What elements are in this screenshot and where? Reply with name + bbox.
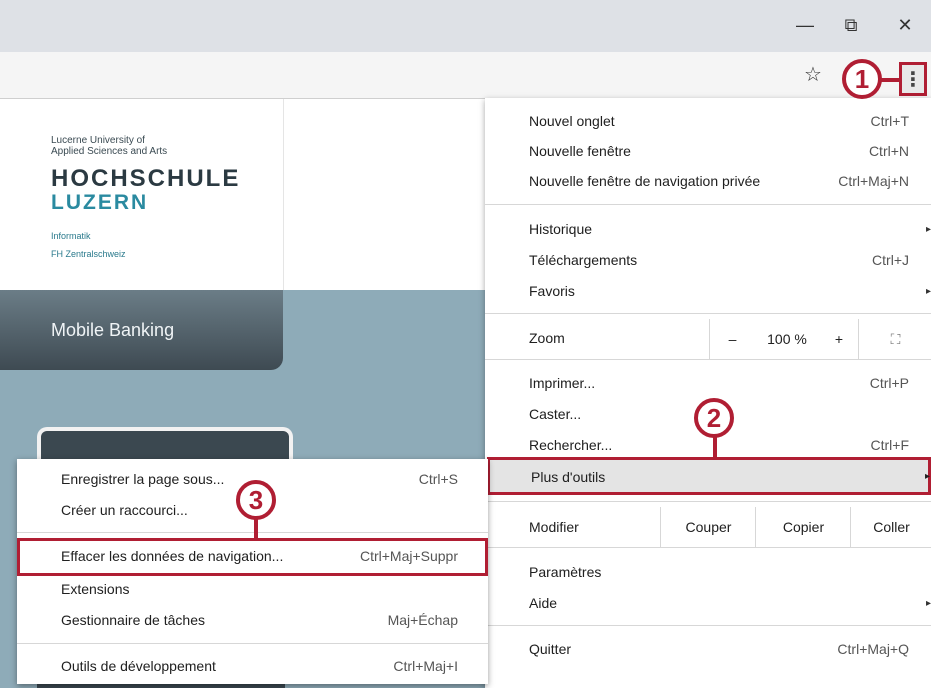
menu-item-label: Aide	[529, 595, 558, 611]
menu-item-shortcut: Ctrl+P	[869, 375, 909, 391]
zoom-level: 100 %	[754, 319, 820, 359]
menu-divider	[485, 204, 931, 205]
callout-2: 2	[694, 398, 734, 438]
fullscreen-icon: ⛶	[890, 330, 901, 347]
menu-item-shortcut: Ctrl+J	[872, 252, 909, 268]
logo-title-1: HOCHSCHULE	[51, 165, 241, 192]
menu-item-new-window[interactable]: Nouvelle fenêtre Ctrl+N	[485, 136, 931, 166]
paste-button[interactable]: Coller	[850, 507, 931, 547]
menu-item-label: Nouvelle fenêtre	[529, 143, 631, 159]
submenu-divider	[17, 532, 488, 533]
minimize-icon: —	[796, 14, 814, 35]
zoom-value: 100 %	[767, 331, 807, 347]
logo-dept-sub: FH Zentralschweiz	[51, 249, 126, 259]
menu-item-label: Quitter	[529, 641, 572, 657]
restore-icon: ⧉	[844, 14, 858, 35]
copy-button[interactable]: Copier	[755, 507, 851, 547]
close-icon: ✕	[897, 14, 913, 35]
submenu-item-label: Extensions	[61, 581, 130, 597]
menu-item-shortcut: Ctrl+Maj+N	[838, 173, 909, 189]
menu-item-label: Favoris	[529, 283, 575, 299]
cut-button[interactable]: Couper	[660, 507, 756, 547]
logo-title-2: LUZERN	[51, 191, 149, 214]
zoom-row: Zoom – 100 % + ⛶	[485, 319, 931, 359]
menu-item-downloads[interactable]: Téléchargements Ctrl+J	[485, 245, 931, 275]
menu-item-shortcut: Ctrl+Maj+Q	[837, 641, 909, 657]
menu-divider	[485, 547, 931, 548]
menu-item-print[interactable]: Imprimer... Ctrl+P	[485, 368, 931, 398]
zoom-label: Zoom	[529, 330, 565, 346]
submenu-item-label: Outils de développement	[61, 658, 216, 674]
submenu-divider	[17, 643, 488, 644]
callout-1: 1	[842, 59, 882, 99]
menu-item-label: Historique	[529, 221, 593, 237]
menu-item-shortcut: Ctrl+N	[868, 143, 909, 159]
submenu-item-developer-tools[interactable]: Outils de développement Ctrl+Maj+I	[17, 651, 488, 681]
submenu-item-label: Créer un raccourci...	[61, 502, 188, 518]
clear-data-highlight	[17, 538, 488, 576]
kebab-menu-icon: ⋮	[903, 68, 923, 91]
bookmark-star-icon[interactable]: ☆	[804, 62, 822, 87]
close-window-button[interactable]: ✕	[882, 10, 928, 40]
menu-item-label: Caster...	[529, 406, 582, 422]
menu-item-shortcut: Ctrl+T	[870, 113, 910, 129]
edit-row: Modifier Couper Copier Coller	[485, 507, 931, 547]
menu-item-exit[interactable]: Quitter Ctrl+Maj+Q	[485, 634, 931, 664]
menu-item-help[interactable]: Aide ▸	[485, 588, 931, 618]
header-blank	[283, 99, 489, 290]
menu-item-label: Téléchargements	[529, 252, 638, 268]
submenu-arrow-icon: ▸	[925, 285, 931, 297]
copy-label: Copier	[782, 519, 825, 535]
menu-divider	[485, 313, 931, 314]
menu-item-more-tools[interactable]: Plus d'outils ▸	[487, 457, 931, 495]
callout-3: 3	[236, 480, 276, 520]
fullscreen-button[interactable]: ⛶	[858, 319, 931, 359]
menu-item-label: Paramètres	[529, 564, 602, 580]
plus-icon: +	[834, 331, 844, 347]
cut-label: Couper	[685, 519, 732, 535]
menu-divider	[485, 359, 931, 360]
menu-divider	[485, 625, 931, 626]
browser-menu-button[interactable]: ⋮	[899, 62, 927, 96]
menu-item-label: Imprimer...	[529, 375, 596, 391]
submenu-arrow-icon: ▸	[925, 223, 931, 235]
logo-dept: Informatik	[51, 231, 91, 241]
paste-label: Coller	[873, 519, 910, 535]
submenu-item-shortcut: Ctrl+S	[418, 471, 458, 487]
menu-item-settings[interactable]: Paramètres	[485, 557, 931, 587]
submenu-item-task-manager[interactable]: Gestionnaire de tâches Maj+Échap	[17, 605, 488, 635]
restore-button[interactable]: ⧉	[828, 10, 874, 40]
nav-mobile-banking[interactable]: Mobile Banking	[0, 290, 283, 370]
submenu-arrow-icon: ▸	[925, 597, 931, 609]
menu-item-history[interactable]: Historique ▸	[485, 214, 931, 244]
logo-text-line-2: Applied Sciences and Arts	[51, 146, 168, 157]
university-logo: Lucerne University of Applied Sciences a…	[0, 99, 283, 290]
zoom-in-button[interactable]: +	[820, 319, 858, 359]
menu-item-label: Nouvelle fenêtre de navigation privée	[529, 173, 761, 189]
edit-label: Modifier	[529, 519, 579, 535]
browser-main-menu: Nouvel onglet Ctrl+T Nouvelle fenêtre Ct…	[485, 98, 931, 688]
logo-text-line-1: Lucerne University of	[51, 135, 145, 146]
menu-item-new-tab[interactable]: Nouvel onglet Ctrl+T	[485, 106, 931, 136]
menu-item-bookmarks[interactable]: Favoris ▸	[485, 276, 931, 306]
menu-item-shortcut: Ctrl+F	[870, 437, 910, 453]
menu-item-incognito[interactable]: Nouvelle fenêtre de navigation privée Ct…	[485, 166, 931, 196]
menu-item-label: Rechercher...	[529, 437, 613, 453]
zoom-out-button[interactable]: –	[709, 319, 755, 359]
callout-1-line	[880, 78, 900, 82]
submenu-item-label: Enregistrer la page sous...	[61, 471, 225, 487]
menu-divider	[485, 501, 931, 502]
menu-item-label: Plus d'outils	[531, 469, 606, 485]
submenu-item-shortcut: Maj+Échap	[387, 612, 458, 628]
browser-toolbar	[0, 52, 931, 99]
minimize-button[interactable]: —	[782, 10, 828, 40]
submenu-item-extensions[interactable]: Extensions	[17, 574, 488, 604]
submenu-item-label: Gestionnaire de tâches	[61, 612, 205, 628]
minus-icon: –	[728, 331, 737, 347]
menu-item-label: Nouvel onglet	[529, 113, 615, 129]
submenu-item-shortcut: Ctrl+Maj+I	[393, 658, 458, 674]
submenu-arrow-icon: ▸	[924, 471, 930, 482]
